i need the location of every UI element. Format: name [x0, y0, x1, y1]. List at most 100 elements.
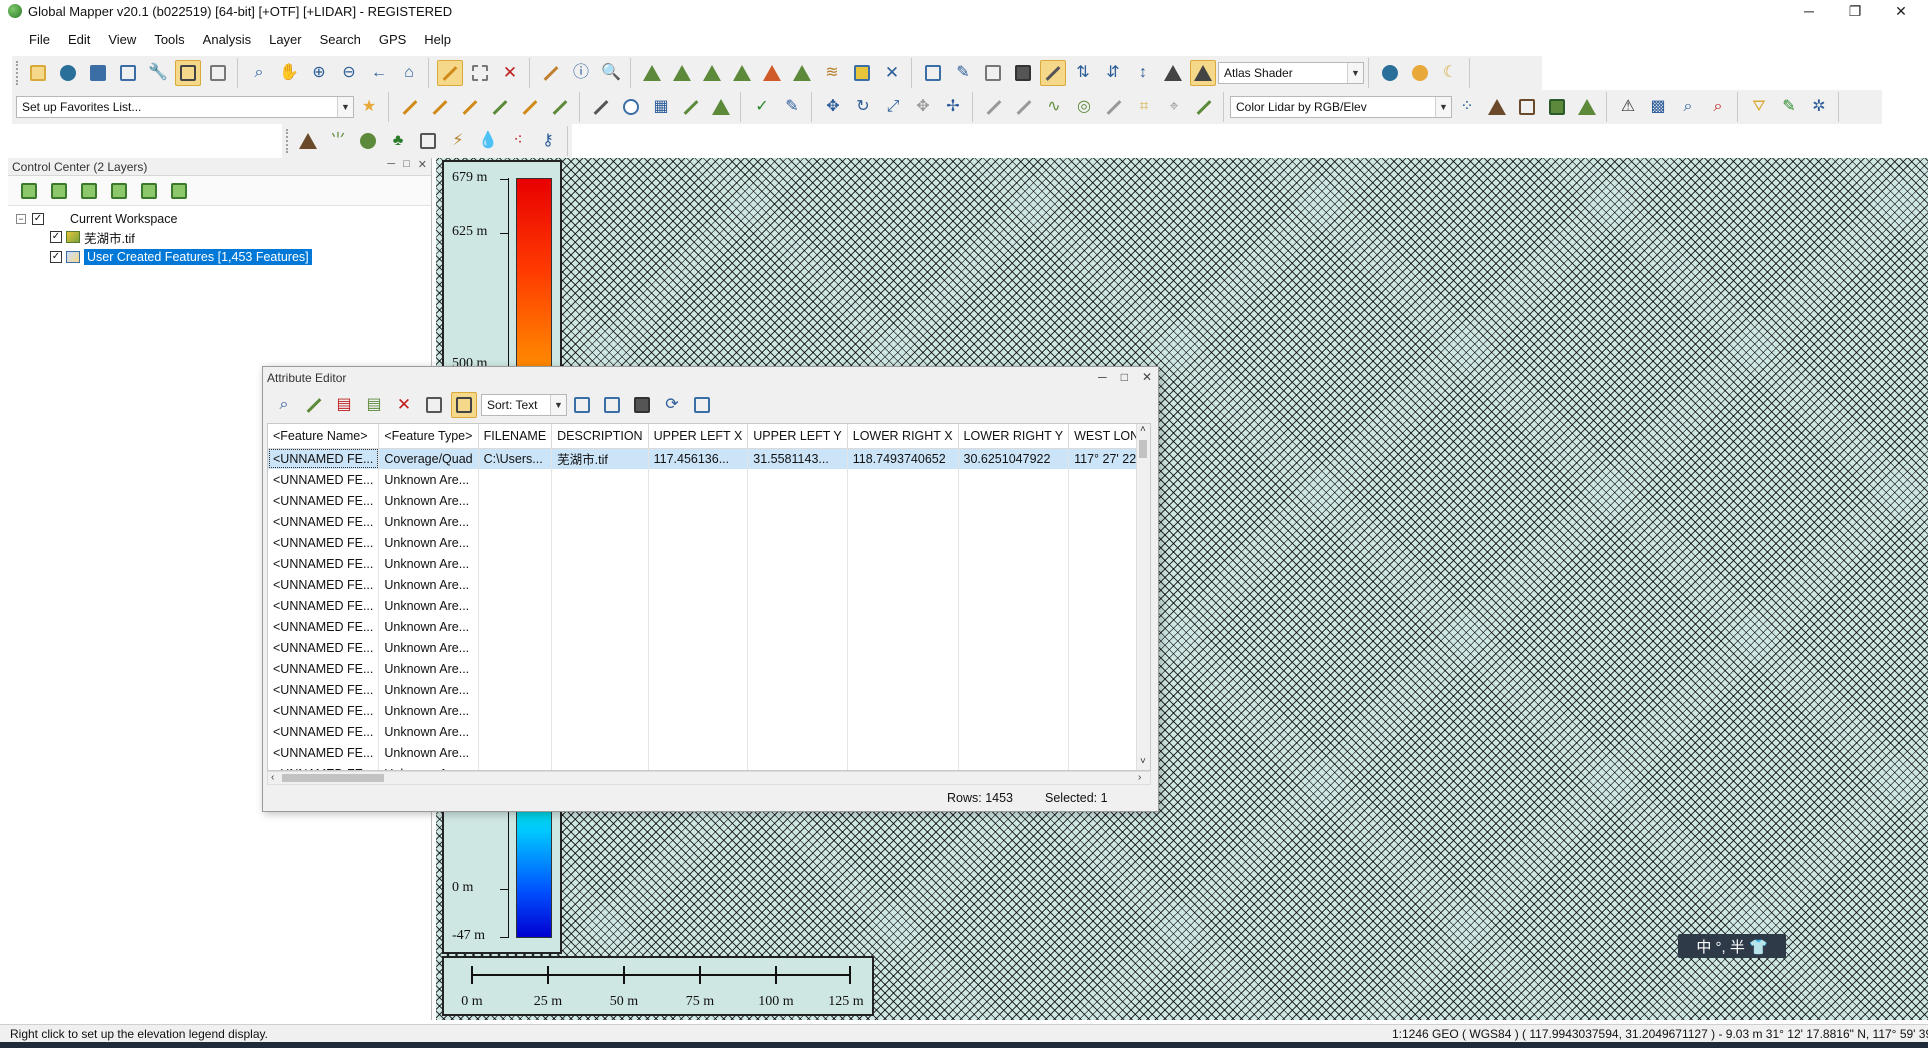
table-cell[interactable]	[478, 553, 553, 574]
table-cell[interactable]	[958, 637, 1070, 658]
lidar-classify-icon[interactable]	[1574, 94, 1600, 120]
table-row[interactable]: <UNNAMED FE...Unknown Are...	[268, 469, 1150, 490]
ime-toolbar[interactable]: 中 °, 半 👕	[1678, 934, 1786, 958]
table-cell[interactable]: <UNNAMED FE...	[268, 742, 380, 763]
import-icon[interactable]	[599, 392, 625, 418]
table-row[interactable]: <UNNAMED FE...Unknown Are...	[268, 742, 1150, 763]
table-cell[interactable]	[551, 700, 649, 721]
zoom-tool-icon[interactable]: ⌕	[246, 60, 272, 86]
table-cell[interactable]: <UNNAMED FE...	[268, 532, 380, 553]
table-row[interactable]: <UNNAMED FE...Unknown Are...	[268, 658, 1150, 679]
table-cell[interactable]	[648, 616, 749, 637]
table-cell[interactable]	[747, 637, 848, 658]
table-cell[interactable]	[747, 574, 848, 595]
terrain-profile-icon[interactable]	[639, 60, 665, 86]
table-cell[interactable]	[478, 469, 553, 490]
table-cell[interactable]	[847, 679, 959, 700]
circle-icon[interactable]	[618, 94, 644, 120]
dialog-close-icon[interactable]: ✕	[1142, 370, 1152, 384]
table-cell[interactable]: Unknown Are...	[378, 595, 479, 616]
table-cell[interactable]: <UNNAMED FE...	[268, 448, 380, 469]
pin-icon[interactable]: ✎	[950, 60, 976, 86]
panel-maximize-icon[interactable]: □	[403, 158, 410, 171]
column-header[interactable]: <Feature Name>	[268, 424, 380, 449]
table-cell[interactable]: <UNNAMED FE...	[268, 469, 380, 490]
favorites-select[interactable]: Set up Favorites List... ▼	[16, 96, 354, 118]
chevron-down-icon[interactable]: ▼	[337, 97, 353, 117]
table-cell[interactable]: Unknown Are...	[378, 700, 479, 721]
table-cell[interactable]	[551, 763, 649, 770]
copy-icon[interactable]	[421, 392, 447, 418]
sort-select[interactable]: Sort: Text ▼	[481, 394, 567, 416]
column-header[interactable]: UPPER LEFT X	[648, 424, 749, 449]
layer-checkbox[interactable]: ✓	[50, 231, 62, 243]
move-vertex-icon[interactable]: ✥	[910, 94, 936, 120]
table-cell[interactable]: <UNNAMED FE...	[268, 721, 380, 742]
slope-shader-icon[interactable]	[1040, 60, 1066, 86]
split-icon[interactable]	[981, 94, 1007, 120]
table-cell[interactable]	[551, 532, 649, 553]
table-cell[interactable]: Unknown Are...	[378, 721, 479, 742]
create-line-5-icon[interactable]	[517, 94, 543, 120]
lidar-points-icon[interactable]: ⁘	[1454, 94, 1480, 120]
table-cell[interactable]	[478, 616, 553, 637]
column-header[interactable]: FILENAME	[478, 424, 553, 449]
table-cell[interactable]	[551, 490, 649, 511]
create-line-3-icon[interactable]	[457, 94, 483, 120]
table-cell[interactable]	[648, 700, 749, 721]
table-cell[interactable]	[648, 679, 749, 700]
tree-icon[interactable]: ♣	[385, 128, 411, 154]
select-points-icon[interactable]: ⌕	[1705, 94, 1731, 120]
menu-file[interactable]: File	[20, 32, 59, 47]
table-cell[interactable]	[958, 532, 1070, 553]
column-header[interactable]: DESCRIPTION	[551, 424, 649, 449]
table-cell[interactable]	[847, 616, 959, 637]
column-header[interactable]: LOWER RIGHT X	[847, 424, 959, 449]
edit-feature-icon[interactable]: ✎	[779, 94, 805, 120]
panel-minimize-icon[interactable]: ─	[387, 158, 395, 171]
delete-column-icon[interactable]: ▤	[331, 392, 357, 418]
filter-icon[interactable]: ⛛	[1746, 94, 1772, 120]
table-cell[interactable]: Unknown Are...	[378, 511, 479, 532]
table-cell[interactable]: Coverage/Quad	[378, 448, 479, 469]
edit-area-icon[interactable]	[708, 94, 734, 120]
shader-select[interactable]: Atlas Shader ▼	[1218, 62, 1364, 84]
minimize-button[interactable]: ─	[1786, 0, 1832, 22]
table-cell[interactable]	[551, 574, 649, 595]
table-cell[interactable]	[847, 574, 959, 595]
close-analysis-icon[interactable]: ✕	[879, 60, 905, 86]
globe-icon[interactable]	[55, 60, 81, 86]
menu-layer[interactable]: Layer	[260, 32, 311, 47]
menu-gps[interactable]: GPS	[370, 32, 415, 47]
table-row[interactable]: <UNNAMED FE...Unknown Are...	[268, 637, 1150, 658]
table-cell[interactable]	[747, 721, 848, 742]
chevron-down-icon[interactable]: ▼	[1347, 63, 1363, 83]
restore-button[interactable]: ❐	[1832, 0, 1878, 22]
search-points-icon[interactable]: ⌕	[1675, 94, 1701, 120]
table-cell[interactable]	[958, 595, 1070, 616]
scroll-right-icon[interactable]: ›	[1138, 772, 1141, 783]
table-cell[interactable]	[648, 553, 749, 574]
insert-vertex-icon[interactable]: ✢	[940, 94, 966, 120]
snap-icon[interactable]: ⌗	[1131, 94, 1157, 120]
zoom-out-icon[interactable]: ⊖	[336, 60, 362, 86]
moon-icon[interactable]: ☾	[1437, 60, 1463, 86]
table-cell[interactable]	[847, 532, 959, 553]
table-cell[interactable]: C:\Users...	[478, 448, 553, 469]
table-cell[interactable]: 31.5581143...	[747, 448, 848, 469]
table-cell[interactable]	[958, 553, 1070, 574]
table-cell[interactable]	[847, 721, 959, 742]
table-cell[interactable]: Unknown Are...	[378, 469, 479, 490]
vertical-exaggeration-icon[interactable]: ↕	[1130, 60, 1156, 86]
create-line-6-icon[interactable]	[547, 94, 573, 120]
table-cell[interactable]	[648, 469, 749, 490]
find-icon[interactable]: ⌕	[271, 392, 297, 418]
table-row[interactable]: <UNNAMED FE...Unknown Are...	[268, 679, 1150, 700]
ruler-icon[interactable]	[538, 60, 564, 86]
table-cell[interactable]	[478, 637, 553, 658]
shrub-icon[interactable]	[355, 128, 381, 154]
points-icon[interactable]: ⁖	[505, 128, 531, 154]
table-cell[interactable]	[478, 658, 553, 679]
table-cell[interactable]	[648, 637, 749, 658]
table-cell[interactable]	[747, 616, 848, 637]
